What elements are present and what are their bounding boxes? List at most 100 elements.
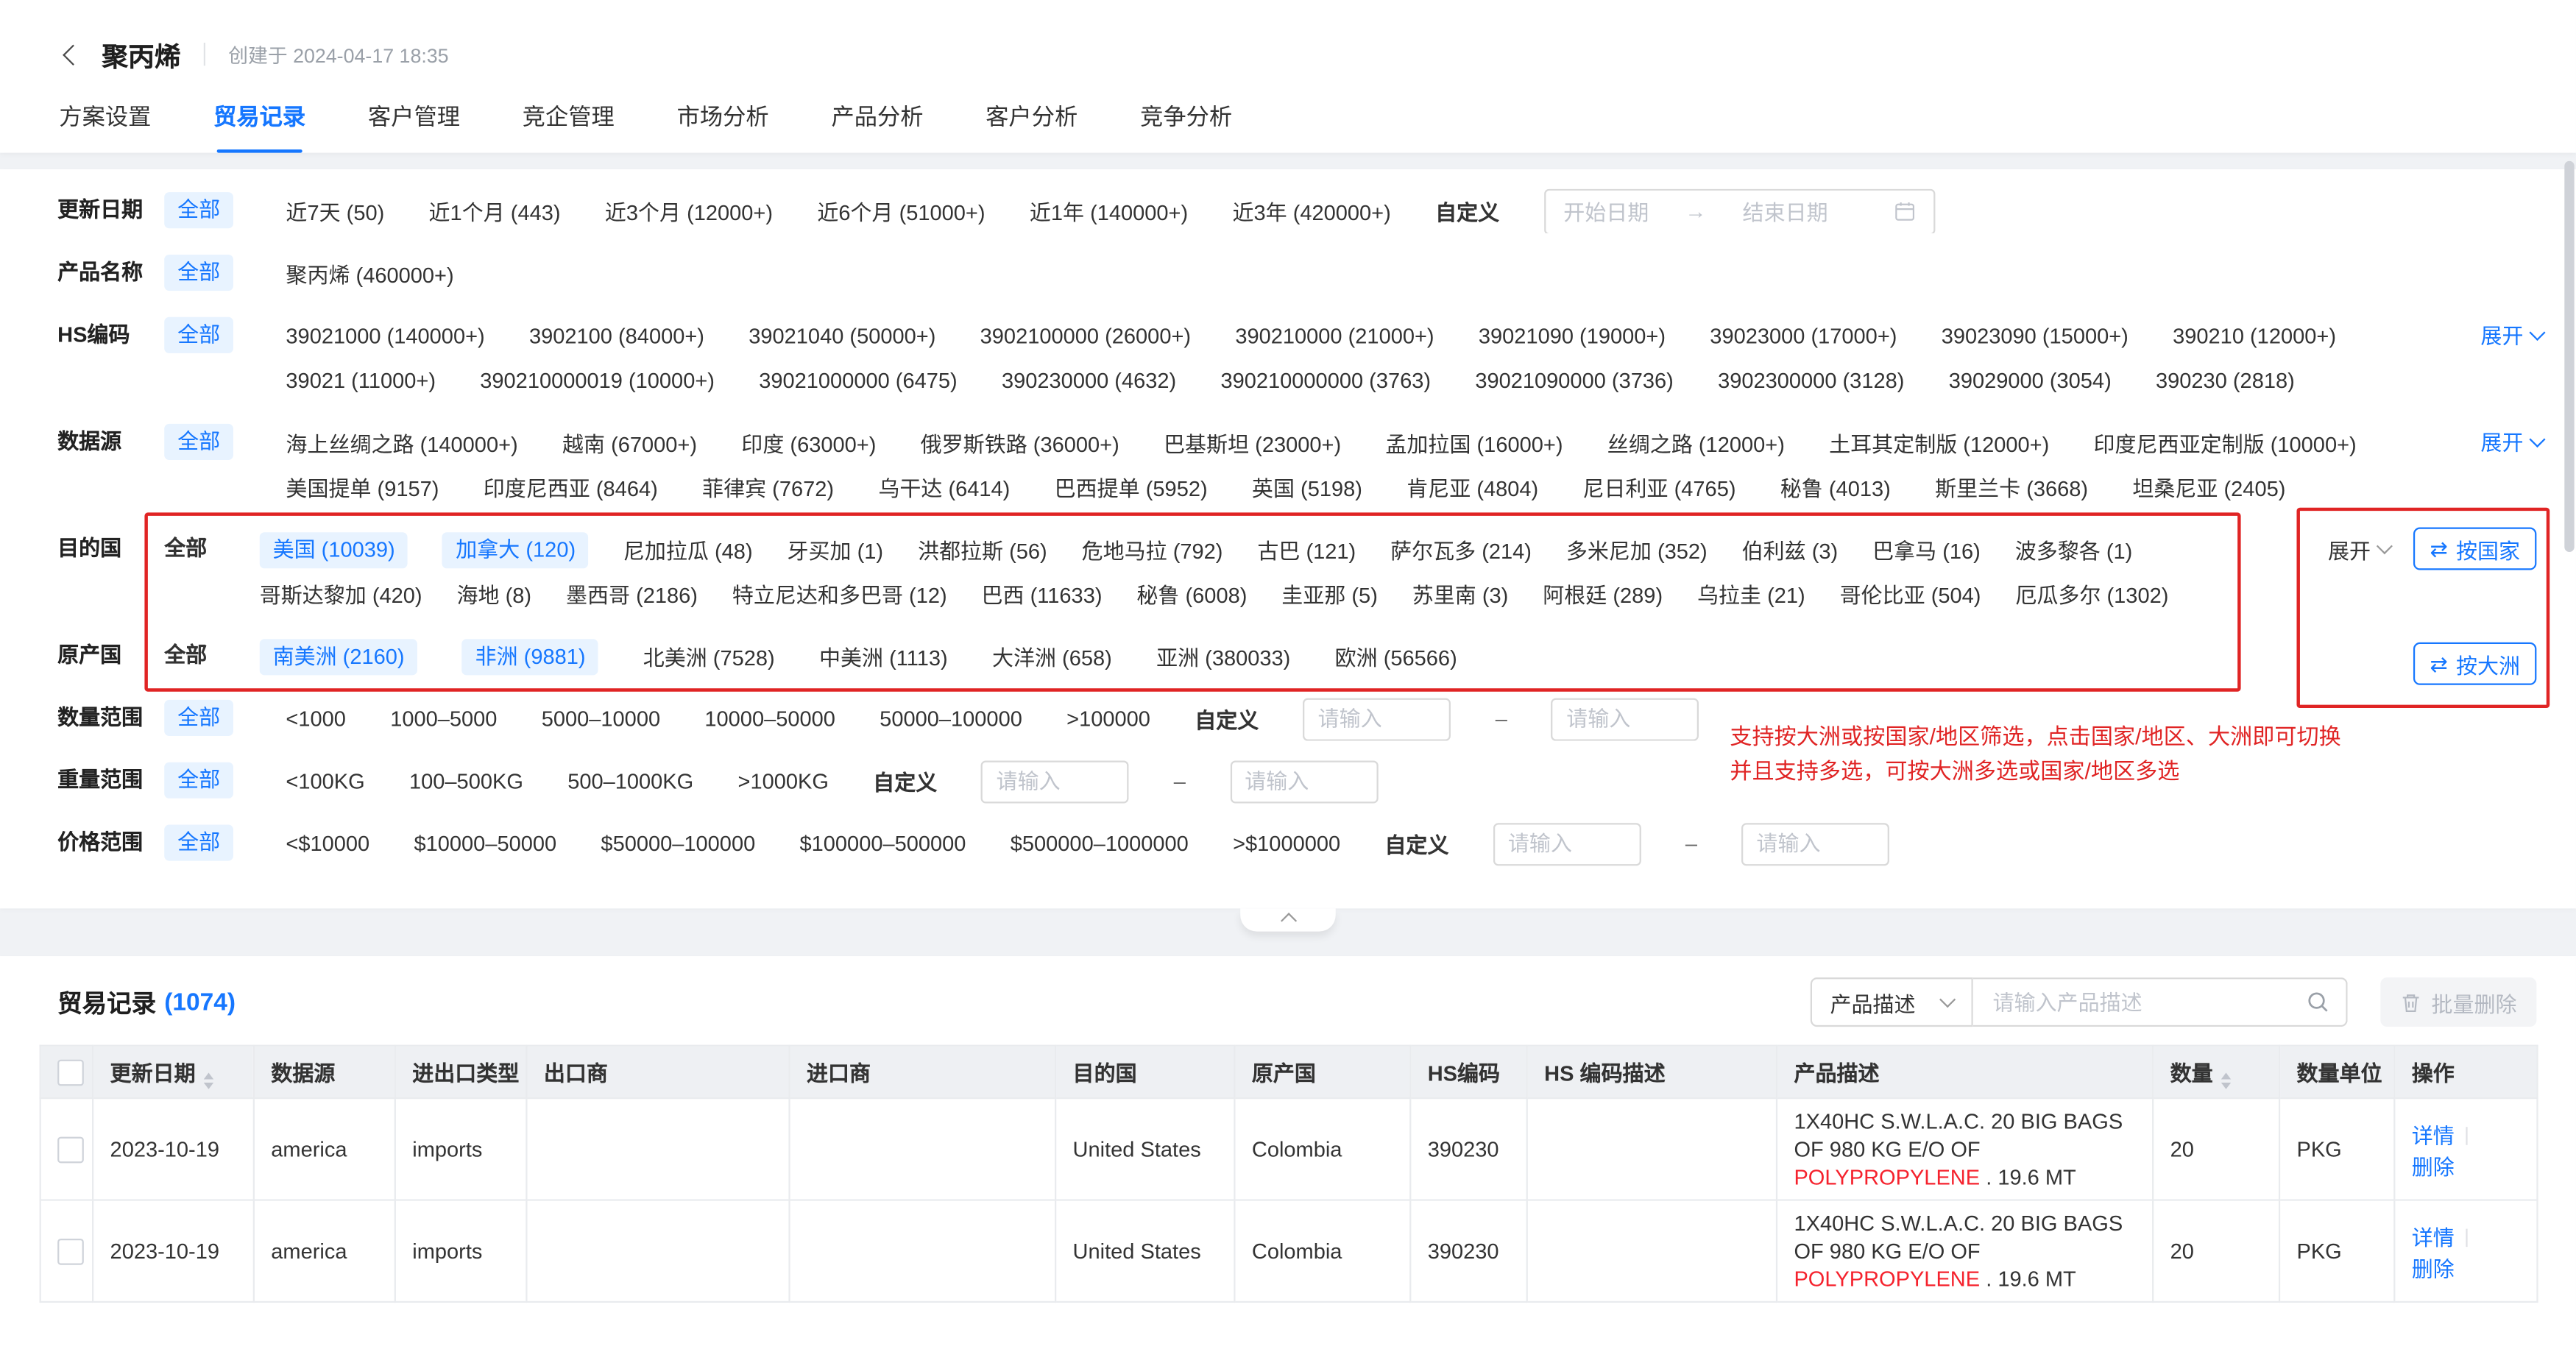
nav-tab[interactable]: 市场分析 (677, 100, 769, 152)
filter-option[interactable]: 5000–10000 (542, 707, 660, 731)
filter-option[interactable]: 39023090 (15000+) (1942, 324, 2129, 348)
filter-option[interactable]: $100000–500000 (800, 831, 966, 855)
filter-option[interactable]: 坦桑尼亚 (2405) (2132, 472, 2285, 503)
filter-all-chip[interactable]: 全部 (164, 825, 233, 861)
filter-option[interactable]: 1000–5000 (390, 707, 497, 731)
scrollbar-thumb[interactable] (2564, 161, 2574, 552)
filter-option[interactable]: 丝绸之路 (12000+) (1607, 427, 1785, 458)
back-icon[interactable] (61, 43, 84, 66)
filter-option[interactable]: 斯里兰卡 (3668) (1935, 472, 2088, 503)
filter-all-chip[interactable]: 全部 (164, 192, 233, 228)
filter-option[interactable]: 圭亚那 (5) (1281, 578, 1378, 609)
filter-option[interactable]: 牙买加 (1) (787, 534, 883, 564)
filter-option[interactable]: $500000–1000000 (1011, 831, 1189, 855)
filter-option[interactable]: 39023000 (17000+) (1710, 324, 1897, 348)
nav-tab[interactable]: 竞争分析 (1140, 100, 1232, 152)
detail-link[interactable]: 详情 (2412, 1123, 2455, 1147)
filter-option[interactable]: >$1000000 (1233, 831, 1340, 855)
filter-option[interactable]: 海地 (8) (456, 578, 531, 609)
delete-link[interactable]: 删除 (2412, 1154, 2455, 1178)
filter-option[interactable]: 500–1000KG (567, 769, 693, 793)
side-expand-link[interactable]: 展开 (2328, 533, 2391, 564)
filter-option[interactable]: 近3年 (420000+) (1232, 196, 1390, 227)
filter-option[interactable]: 英国 (5198) (1252, 472, 1362, 503)
filter-option[interactable]: 印度尼西亚 (8464) (484, 472, 658, 503)
filter-option[interactable]: 墨西哥 (2186) (566, 578, 698, 609)
price-min-input[interactable] (1493, 822, 1641, 865)
select-all-checkbox[interactable] (57, 1059, 84, 1086)
filter-option[interactable]: 南美洲 (2160) (260, 638, 418, 674)
filter-option[interactable]: 乌拉圭 (21) (1697, 578, 1805, 609)
filter-option[interactable]: 3902300000 (3128) (1718, 368, 1904, 392)
filter-option[interactable]: 390210000019 (10000+) (480, 368, 715, 392)
quantity-min-input[interactable] (1303, 698, 1451, 740)
filter-all-option[interactable]: 全部 (164, 634, 207, 679)
filter-option[interactable]: 伯利兹 (3) (1742, 534, 1839, 564)
filter-option[interactable]: 美国提单 (9157) (286, 472, 439, 503)
filter-option[interactable]: 秘鲁 (6008) (1136, 578, 1247, 609)
filter-option[interactable]: 100–500KG (409, 769, 523, 793)
filter-all-chip[interactable]: 全部 (164, 700, 233, 736)
batch-delete-button[interactable]: 批量删除 (2380, 977, 2536, 1027)
nav-tab[interactable]: 客户管理 (368, 100, 460, 152)
filter-option[interactable]: 近6个月 (51000+) (817, 196, 985, 227)
custom-range-option[interactable]: 自定义 (1384, 828, 1448, 859)
filter-option[interactable]: 哥斯达黎加 (420) (260, 578, 422, 609)
filter-option[interactable]: 多米尼加 (352) (1566, 534, 1708, 564)
custom-range-option[interactable]: 自定义 (873, 765, 937, 796)
filter-all-chip[interactable]: 全部 (164, 424, 233, 460)
filter-option[interactable]: $50000–100000 (601, 831, 755, 855)
filter-option[interactable]: 近1年 (140000+) (1030, 196, 1188, 227)
filter-option[interactable]: 39021000 (140000+) (286, 324, 484, 348)
filter-option[interactable]: 巴西提单 (5952) (1055, 472, 1208, 503)
filter-option[interactable]: 聚丙烯 (460000+) (286, 258, 453, 289)
filter-option[interactable]: >1000KG (737, 769, 828, 793)
filter-option[interactable]: 欧洲 (56566) (1335, 641, 1457, 672)
filter-option[interactable]: 古巴 (121) (1257, 534, 1356, 564)
expand-link[interactable]: 展开 (2468, 314, 2544, 358)
filter-option[interactable]: 390210000000 (3763) (1220, 368, 1431, 392)
filter-option[interactable]: 近3个月 (12000+) (605, 196, 773, 227)
filter-option[interactable]: >100000 (1066, 707, 1150, 731)
filter-option[interactable]: 危地马拉 (792) (1082, 534, 1223, 564)
filter-option[interactable]: 海上丝绸之路 (140000+) (286, 427, 517, 458)
filter-option[interactable]: 特立尼达和多巴哥 (12) (732, 578, 947, 609)
filter-option[interactable]: 印度 (63000+) (741, 427, 876, 458)
row-checkbox[interactable] (57, 1136, 84, 1163)
price-max-input[interactable] (1741, 822, 1889, 865)
nav-tab[interactable]: 竞企管理 (523, 100, 615, 152)
filter-option[interactable]: 洪都拉斯 (56) (918, 534, 1047, 564)
filter-option[interactable]: 印度尼西亚定制版 (10000+) (2094, 427, 2357, 458)
filter-option[interactable]: 39021 (11000+) (286, 368, 436, 392)
search-field-select[interactable]: 产品描述 (1811, 977, 1973, 1027)
filter-option[interactable]: 390230000 (4632) (1002, 368, 1176, 392)
filter-option[interactable]: 萨尔瓦多 (214) (1390, 534, 1532, 564)
filter-option[interactable]: 50000–100000 (880, 707, 1022, 731)
expand-link[interactable]: 展开 (2468, 420, 2544, 464)
row-checkbox[interactable] (57, 1239, 84, 1265)
filter-option[interactable]: 390230 (2818) (2156, 368, 2295, 392)
filter-option[interactable]: 巴拿马 (16) (1872, 534, 1981, 564)
filter-option[interactable]: 波多黎各 (1) (2015, 534, 2133, 564)
filter-option[interactable]: 俄罗斯铁路 (36000+) (921, 427, 1119, 458)
filter-option[interactable]: 巴基斯坦 (23000+) (1164, 427, 1341, 458)
filter-option[interactable]: 10000–50000 (704, 707, 835, 731)
filter-option[interactable]: 厄瓜多尔 (1302) (2015, 578, 2168, 609)
sort-toggle[interactable] (204, 1072, 213, 1088)
filter-option[interactable]: 越南 (67000+) (562, 427, 697, 458)
filter-option[interactable]: 近7天 (50) (286, 196, 384, 227)
filter-option[interactable]: 土耳其定制版 (12000+) (1829, 427, 2049, 458)
custom-range-option[interactable]: 自定义 (1195, 703, 1259, 734)
filter-option[interactable]: $10000–50000 (414, 831, 556, 855)
filter-all-chip[interactable]: 全部 (164, 762, 233, 799)
filter-option[interactable]: <$10000 (286, 831, 369, 855)
nav-tab[interactable]: 客户分析 (986, 100, 1078, 152)
filter-option[interactable]: 尼日利亚 (4765) (1582, 472, 1735, 503)
detail-link[interactable]: 详情 (2412, 1225, 2455, 1249)
filter-option[interactable]: 非洲 (9881) (462, 638, 599, 674)
filter-option[interactable]: 中美洲 (1113) (819, 641, 948, 672)
by-continent-button[interactable]: ⇄按大洲 (2413, 643, 2536, 685)
by-country-button[interactable]: ⇄按国家 (2413, 528, 2536, 570)
collapse-filter-tab[interactable] (1240, 908, 1335, 931)
filter-option[interactable]: 哥伦比亚 (504) (1840, 578, 1981, 609)
